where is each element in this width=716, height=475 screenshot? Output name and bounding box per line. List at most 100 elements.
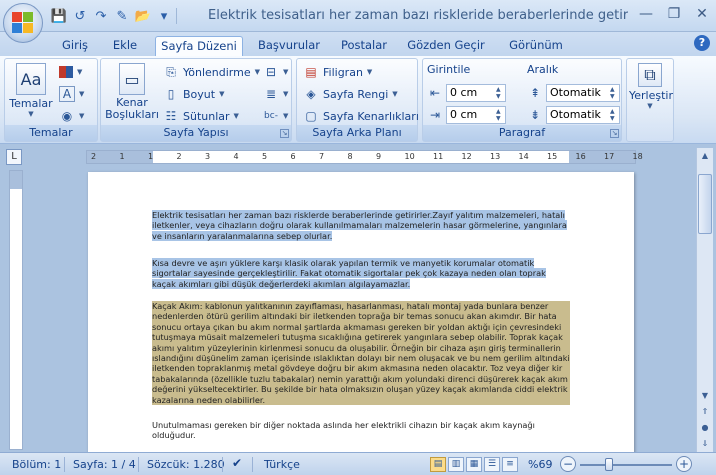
- themes-icon: Aa: [16, 63, 46, 95]
- quick-access-toolbar: 💾 ↺ ↷ ✎ 📂 ▾: [50, 6, 177, 26]
- tab-gorunum[interactable]: Görünüm: [498, 36, 574, 56]
- office-logo-icon: [12, 12, 34, 34]
- full-screen-reading-icon[interactable]: ▥: [448, 457, 464, 472]
- status-page[interactable]: Sayfa: 1 / 4: [73, 458, 136, 471]
- tab-selector-icon[interactable]: L: [6, 149, 22, 165]
- paragraph-1[interactable]: Elektrik tesisatları her zaman bazı risk…: [152, 210, 570, 241]
- help-icon[interactable]: ?: [694, 35, 710, 51]
- open-folder-icon[interactable]: 📂: [134, 7, 152, 25]
- margins-button[interactable]: ▭ Kenar Boşlukları: [105, 63, 159, 121]
- toolbar-divider: [176, 8, 177, 24]
- scroll-up-icon[interactable]: ▲: [697, 148, 713, 164]
- line-numbers-button[interactable]: ≣ ▼: [263, 85, 288, 103]
- status-language[interactable]: Türkçe: [264, 458, 300, 471]
- horizontal-ruler[interactable]: 2 1 1 2 3 4 5 6 7 8 9 10 11 12 13 14 15 16 17 18: [86, 150, 643, 164]
- page-borders-button[interactable]: ▢ Sayfa Kenarlıkları: [303, 107, 419, 125]
- zoom-level[interactable]: %69: [528, 458, 552, 471]
- chevron-down-icon: ▼: [647, 102, 653, 110]
- status-section[interactable]: Bölüm: 1: [12, 458, 61, 471]
- themes-button[interactable]: Aa Temalar ▼: [9, 63, 53, 118]
- scroll-down-icon[interactable]: ▼: [697, 388, 713, 404]
- scroll-thumb[interactable]: [698, 174, 712, 234]
- browse-object-icon[interactable]: ●: [697, 420, 713, 436]
- ruler-tick: 17: [604, 152, 615, 161]
- next-page-icon[interactable]: ⇓: [697, 436, 713, 452]
- dialog-launcher-icon[interactable]: ↘: [280, 129, 289, 138]
- theme-effects-button[interactable]: ◉ ▼: [59, 107, 85, 125]
- chevron-down-icon: ▼: [366, 68, 373, 76]
- ruler-tick: 9: [376, 152, 382, 161]
- spinner-arrows-icon[interactable]: ▲ ▼: [496, 108, 504, 122]
- margins-button-label: Kenar Boşlukları: [105, 96, 159, 121]
- arrange-icon: ⧉: [638, 63, 662, 87]
- zoom-out-icon[interactable]: −: [560, 456, 576, 472]
- paragraph-1-text: Elektrik tesisatları her zaman bazı risk…: [152, 210, 567, 241]
- size-button[interactable]: ▯ Boyut ▼: [163, 85, 225, 103]
- tab-giris[interactable]: Giriş: [54, 36, 96, 56]
- redo-icon[interactable]: ↷: [92, 7, 110, 25]
- tab-ekle[interactable]: Ekle: [104, 36, 146, 56]
- vertical-scrollbar[interactable]: ▲ ▼ ⇑ ● ⇓: [696, 148, 713, 452]
- paragraph-4-text: Unutulmaması gereken bir diğer noktada a…: [152, 420, 535, 441]
- draft-view-icon[interactable]: ≡: [502, 457, 518, 472]
- theme-fonts-button[interactable]: A ▼: [59, 85, 84, 103]
- watermark-label: Filigran: [323, 65, 363, 79]
- ruler-tick: 13: [490, 152, 501, 161]
- indent-left-input[interactable]: 0 cm ▲ ▼: [446, 83, 506, 102]
- outline-view-icon[interactable]: ☰: [484, 457, 500, 472]
- chevron-down-icon: ▼: [79, 112, 85, 120]
- ruler-tick: 15: [547, 152, 558, 161]
- chevron-down-icon: ▼: [283, 68, 289, 76]
- office-button[interactable]: [3, 3, 43, 43]
- group-label-sayfa-arka-plani: Sayfa Arka Planı: [297, 125, 417, 141]
- arrange-button[interactable]: ⧉ Yerleştir ▼: [629, 63, 673, 110]
- watermark-button[interactable]: ▤ Filigran ▼: [303, 63, 372, 81]
- paragraph-3[interactable]: Kaçak Akım: kablonun yalıtkanının zayıfl…: [152, 301, 570, 406]
- chevron-down-icon: ▼: [254, 68, 260, 76]
- minimize-icon[interactable]: —: [638, 6, 654, 22]
- tab-sayfa-duzeni[interactable]: Sayfa Düzeni: [155, 36, 243, 56]
- hyphenation-button[interactable]: bc- ▼: [263, 107, 288, 125]
- document-page[interactable]: Elektrik tesisatları her zaman bazı risk…: [88, 172, 634, 452]
- page-color-button[interactable]: ◈ Sayfa Rengi ▼: [303, 85, 397, 103]
- maximize-icon[interactable]: ❐: [666, 6, 682, 22]
- zoom-slider-track[interactable]: [580, 464, 672, 466]
- breaks-button[interactable]: ⊟ ▼: [263, 63, 288, 81]
- web-layout-icon[interactable]: ▦: [466, 457, 482, 472]
- zoom-slider-thumb[interactable]: [605, 458, 613, 471]
- undo-icon[interactable]: ↺: [71, 7, 89, 25]
- breaks-icon: ⊟: [265, 65, 277, 79]
- ruler-tick: 3: [205, 152, 211, 161]
- paragraph-2[interactable]: Kısa devre ve aşırı yüklere karşı klasik…: [152, 258, 570, 289]
- spacing-after-input[interactable]: Otomatik ▲ ▼: [546, 105, 620, 124]
- paragraph-4[interactable]: Unutulmaması gereken bir diğer noktada a…: [152, 420, 570, 441]
- previous-page-icon[interactable]: ⇑: [697, 404, 713, 420]
- zoom-in-icon[interactable]: +: [676, 456, 692, 472]
- print-layout-view-icon[interactable]: ▤: [430, 457, 446, 472]
- close-icon[interactable]: ✕: [694, 6, 710, 22]
- tab-gozden-gecir[interactable]: Gözden Geçir: [402, 36, 490, 56]
- spacing-before-input[interactable]: Otomatik ▲ ▼: [546, 83, 620, 102]
- spacing-label: Aralık: [527, 63, 559, 76]
- proofing-icon[interactable]: ✔: [232, 456, 242, 470]
- theme-colors-button[interactable]: ▼: [59, 63, 82, 81]
- page-borders-label: Sayfa Kenarlıkları: [323, 109, 419, 123]
- ruler-tick: 7: [319, 152, 325, 161]
- margins-icon: ▭: [119, 63, 145, 95]
- dialog-launcher-icon[interactable]: ↘: [610, 129, 619, 138]
- spinner-arrows-icon[interactable]: ▲ ▼: [496, 86, 504, 100]
- tab-postalar[interactable]: Postalar: [334, 36, 394, 56]
- vertical-ruler[interactable]: [9, 170, 23, 450]
- spinner-arrows-icon[interactable]: ▲ ▼: [610, 108, 618, 122]
- status-divider: [222, 457, 223, 472]
- status-words[interactable]: Sözcük: 1.280: [147, 458, 225, 471]
- spinner-arrows-icon[interactable]: ▲ ▼: [610, 86, 618, 100]
- group-temalar: Aa Temalar ▼ ▼ A ▼ ◉ ▼ Temalar: [4, 58, 98, 142]
- new-document-icon[interactable]: ✎: [113, 7, 131, 25]
- save-icon[interactable]: 💾: [50, 7, 68, 25]
- customize-toolbar-icon[interactable]: ▾: [155, 7, 173, 25]
- orientation-button[interactable]: ⎘ Yönlendirme ▼: [163, 63, 260, 81]
- tab-basvurular[interactable]: Başvurular: [252, 36, 326, 56]
- columns-button[interactable]: ☷ Sütunlar ▼: [163, 107, 239, 125]
- indent-right-input[interactable]: 0 cm ▲ ▼: [446, 105, 506, 124]
